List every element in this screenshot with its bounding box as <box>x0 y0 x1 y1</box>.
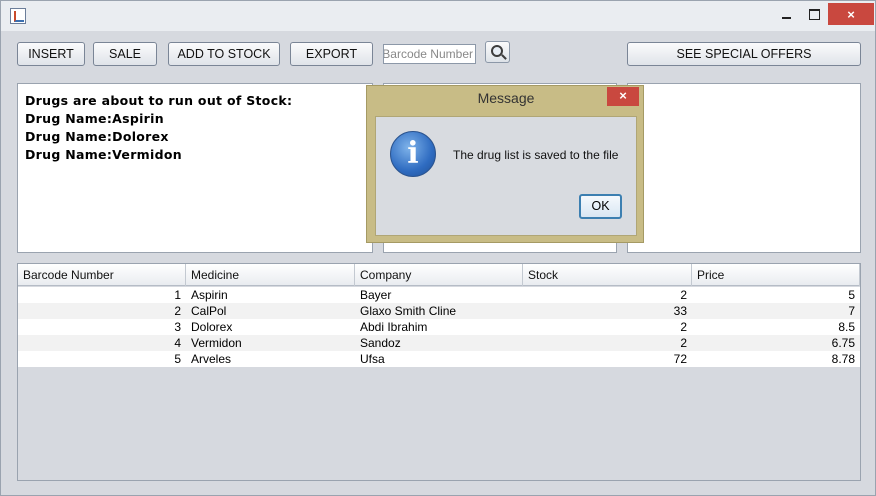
cell-barcode: 4 <box>174 336 181 350</box>
stock-alert-line: Drug Name:Aspirin <box>25 111 164 126</box>
title-bar: × <box>1 1 875 31</box>
ok-button[interactable]: OK <box>579 194 622 219</box>
search-icon-handle <box>501 54 507 60</box>
column-header-stock[interactable]: Stock <box>523 264 692 286</box>
stock-alert-text: Drugs are about to run out of Stock: Dru… <box>25 92 292 164</box>
stock-alert-heading: Drugs are about to run out of Stock: <box>25 93 293 108</box>
cell-barcode: 5 <box>174 352 181 366</box>
cell-stock: 2 <box>680 336 687 350</box>
stock-alert-line: Drug Name:Vermidon <box>25 147 182 162</box>
cell-price: 7 <box>848 304 855 318</box>
column-header-price[interactable]: Price <box>692 264 860 286</box>
column-header-company[interactable]: Company <box>355 264 523 286</box>
maximize-button[interactable] <box>800 3 828 25</box>
cell-company: Sandoz <box>360 336 401 350</box>
stock-alert-panel: Drugs are about to run out of Stock: Dru… <box>17 83 373 253</box>
cell-stock: 2 <box>680 320 687 334</box>
cell-price: 5 <box>848 288 855 302</box>
stock-alert-line: Drug Name:Dolorex <box>25 129 169 144</box>
cell-company: Glaxo Smith Cline <box>360 304 457 318</box>
cell-barcode: 2 <box>174 304 181 318</box>
cell-stock: 2 <box>680 288 687 302</box>
information-icon: i <box>390 131 436 177</box>
dialog-close-button[interactable]: × <box>607 87 639 106</box>
add-to-stock-button[interactable]: ADD TO STOCK <box>168 42 280 66</box>
table-row[interactable]: 4 Vermidon Sandoz 2 6.75 <box>18 335 860 351</box>
table-body: 1 Aspirin Bayer 2 5 2 CalPol Glaxo Smith… <box>18 287 860 367</box>
column-header-medicine[interactable]: Medicine <box>186 264 355 286</box>
table-header: Barcode Number Medicine Company Stock Pr… <box>18 264 860 286</box>
cell-stock: 33 <box>673 304 687 318</box>
search-button[interactable] <box>485 41 510 63</box>
drug-table: Barcode Number Medicine Company Stock Pr… <box>17 263 861 481</box>
message-dialog: Message × i The drug list is saved to th… <box>366 85 644 243</box>
dialog-body: i The drug list is saved to the file OK <box>375 116 637 236</box>
dialog-title: Message <box>477 90 535 106</box>
barcode-search-input[interactable]: Barcode Number <box>383 44 476 64</box>
insert-button[interactable]: INSERT <box>17 42 85 66</box>
column-header-barcode[interactable]: Barcode Number <box>18 264 186 286</box>
special-offers-panel <box>627 83 861 253</box>
cell-price: 6.75 <box>831 336 855 350</box>
cell-barcode: 3 <box>174 320 181 334</box>
cell-price: 8.78 <box>831 352 855 366</box>
table-row[interactable]: 5 Arveles Ufsa 72 8.78 <box>18 351 860 367</box>
cell-company: Bayer <box>360 288 392 302</box>
see-special-offers-button[interactable]: SEE SPECIAL OFFERS <box>627 42 861 66</box>
cell-price: 8.5 <box>838 320 855 334</box>
cell-company: Ufsa <box>360 352 385 366</box>
export-button[interactable]: EXPORT <box>290 42 373 66</box>
cell-stock: 72 <box>673 352 687 366</box>
cell-medicine: Arveles <box>191 352 232 366</box>
cell-medicine: Vermidon <box>191 336 242 350</box>
table-row[interactable]: 1 Aspirin Bayer 2 5 <box>18 287 860 303</box>
dialog-message: The drug list is saved to the file <box>453 148 619 162</box>
table-row[interactable]: 3 Dolorex Abdi Ibrahim 2 8.5 <box>18 319 860 335</box>
cell-medicine: Aspirin <box>191 288 228 302</box>
cell-medicine: Dolorex <box>191 320 233 334</box>
cell-barcode: 1 <box>174 288 181 302</box>
java-app-icon <box>10 8 26 24</box>
minimize-button[interactable] <box>772 3 800 25</box>
cell-company: Abdi Ibrahim <box>360 320 428 334</box>
window-close-button[interactable]: × <box>828 3 874 25</box>
cell-medicine: CalPol <box>191 304 227 318</box>
table-row[interactable]: 2 CalPol Glaxo Smith Cline 33 7 <box>18 303 860 319</box>
main-window: × INSERT SALE ADD TO STOCK EXPORT Barcod… <box>0 0 876 496</box>
sale-button[interactable]: SALE <box>93 42 157 66</box>
